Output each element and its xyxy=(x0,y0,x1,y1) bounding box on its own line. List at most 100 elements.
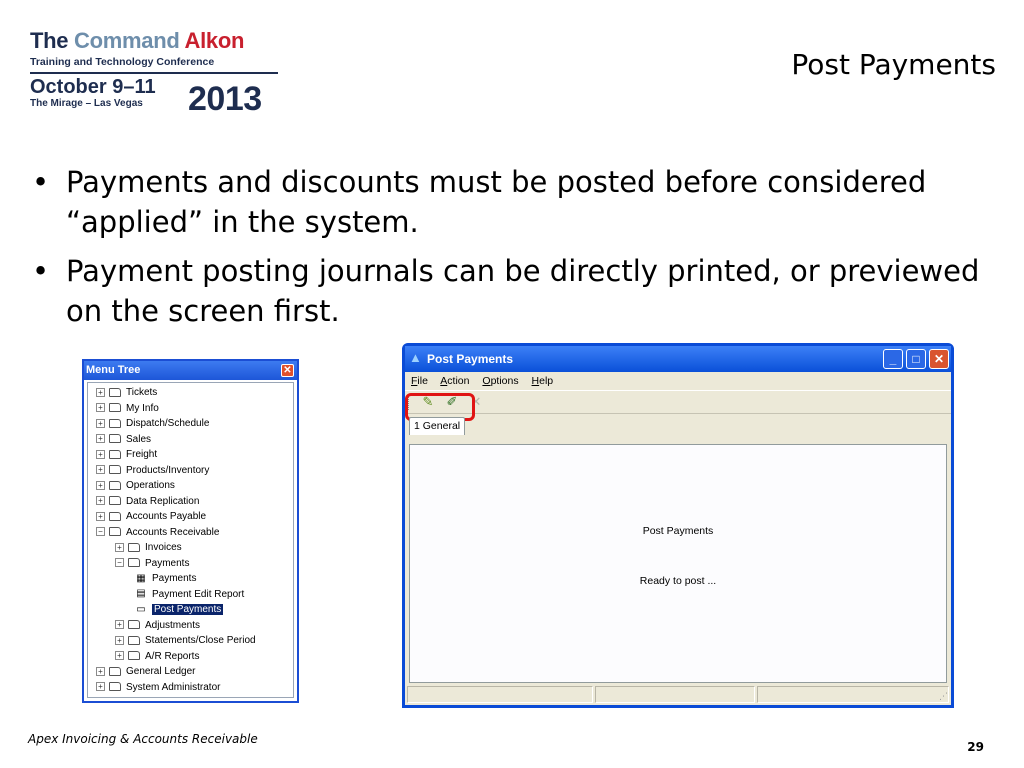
folder-icon xyxy=(109,434,121,444)
tab-strip: 1 General xyxy=(405,414,951,435)
folder-icon xyxy=(109,496,121,506)
tree-item[interactable]: + Tickets xyxy=(96,385,157,400)
folder-icon xyxy=(109,387,121,397)
folder-icon xyxy=(109,511,121,521)
menu-help-accel: H xyxy=(531,375,540,387)
menu-tree-body: + Tickets + My Info + Dispatch/Schedule + Sales… xyxy=(87,382,294,698)
tree-item[interactable]: + Products/Inventory xyxy=(96,463,209,478)
tree-item[interactable]: ▦ Payments xyxy=(134,571,196,586)
folder-icon xyxy=(109,403,121,413)
post-payments-window: ▲ Post Payments _ □ ✕ File Action Option… xyxy=(402,343,954,708)
folder-icon xyxy=(109,682,121,692)
expand-icon[interactable]: + xyxy=(115,651,124,661)
status-segment xyxy=(757,686,949,703)
tree-item[interactable]: − Accounts Receivable xyxy=(96,525,219,540)
folder-icon xyxy=(128,651,140,661)
tree-item[interactable]: + Freight xyxy=(96,447,157,462)
report-icon: ▤ xyxy=(136,588,146,600)
bullet-text: Payment posting journals can be directly… xyxy=(66,254,980,328)
footer-text: Apex Invoicing & Accounts Receivable xyxy=(28,732,258,746)
close-icon[interactable]: ✕ xyxy=(929,349,949,369)
logo-alkon: Alkon xyxy=(184,28,245,53)
tree-item-label: A/R Reports xyxy=(145,650,200,662)
expand-icon[interactable]: + xyxy=(96,666,105,676)
close-icon[interactable]: ✕ xyxy=(281,364,294,377)
logo-year: 2013 xyxy=(188,80,262,118)
menu-options-accel: O xyxy=(482,375,491,387)
tree-item[interactable]: + Operations xyxy=(96,478,175,493)
menu-help[interactable]: Help xyxy=(532,375,554,387)
maximize-icon[interactable]: □ xyxy=(906,349,926,369)
app-icon: ▲ xyxy=(409,350,422,365)
expand-icon[interactable]: + xyxy=(96,418,105,428)
bullet-dot: • xyxy=(32,165,50,199)
page-number: 29 xyxy=(967,740,984,754)
expand-icon[interactable]: + xyxy=(96,496,105,506)
tree-item[interactable]: − Payments xyxy=(115,556,189,571)
tree-item[interactable]: + Sales xyxy=(96,432,151,447)
expand-icon[interactable]: + xyxy=(96,511,105,521)
bullet-item: • Payments and discounts must be posted b… xyxy=(30,162,990,242)
tree-item-label: Payments xyxy=(145,557,190,569)
expand-icon[interactable]: + xyxy=(96,449,105,459)
menu-file[interactable]: File xyxy=(411,375,428,387)
tree-item[interactable]: + Dispatch/Schedule xyxy=(96,416,209,431)
expand-icon[interactable]: + xyxy=(96,387,105,397)
payments-icon: ▦ xyxy=(136,572,146,584)
tree-item[interactable]: + Invoices xyxy=(115,540,182,555)
folder-icon xyxy=(109,465,121,475)
expand-icon[interactable]: + xyxy=(115,635,124,645)
tree-item-label: Post Payments xyxy=(152,604,224,615)
expand-icon[interactable]: + xyxy=(96,465,105,475)
resize-grip-icon[interactable]: ⋰ xyxy=(939,693,948,702)
logo-subtitle: Training and Technology Conference xyxy=(30,56,215,68)
logo-command: Command xyxy=(74,28,180,53)
tree-item[interactable]: + Adjustments xyxy=(115,618,200,633)
tree-item[interactable]: + General Ledger xyxy=(96,664,196,679)
collapse-icon[interactable]: − xyxy=(96,527,105,537)
expand-icon[interactable]: + xyxy=(96,434,105,444)
folder-icon xyxy=(128,635,140,645)
menu-action[interactable]: Action xyxy=(440,375,469,387)
tree-item[interactable]: + Data Replication xyxy=(96,494,199,509)
status-message: Ready to post ... xyxy=(639,575,717,587)
logo-rule xyxy=(30,72,278,74)
bullet-text: Payments and discounts must be posted be… xyxy=(66,165,927,239)
form-icon: ▭ xyxy=(136,603,146,615)
folder-icon xyxy=(109,449,121,459)
tree-item-label: My Info xyxy=(126,402,159,414)
minimize-icon[interactable]: _ xyxy=(883,349,903,369)
expand-icon[interactable]: + xyxy=(96,480,105,490)
bullet-list: • Payments and discounts must be posted b… xyxy=(30,162,990,340)
tree-item-label: Payments xyxy=(152,573,197,584)
expand-icon[interactable]: + xyxy=(96,403,105,413)
menu-options[interactable]: Options xyxy=(482,375,518,387)
tab-general[interactable]: 1 General xyxy=(409,417,466,435)
menu-file-rest: ile xyxy=(417,375,428,387)
tree-item[interactable]: + Accounts Payable xyxy=(96,509,206,524)
folder-icon xyxy=(109,666,121,676)
general-panel: Post Payments Ready to post ... xyxy=(409,444,947,683)
expand-icon[interactable]: + xyxy=(115,542,124,552)
tree-item[interactable]: ▭ Post Payments xyxy=(134,602,224,617)
status-segment xyxy=(407,686,593,703)
collapse-icon[interactable]: − xyxy=(115,558,124,568)
folder-icon xyxy=(109,418,121,428)
menu-options-rest: ptions xyxy=(490,375,519,387)
menu-action-rest: ction xyxy=(447,375,470,387)
folder-icon xyxy=(128,620,140,630)
tree-item-label: Freight xyxy=(126,449,158,460)
tree-item[interactable]: + My Info xyxy=(96,401,159,416)
window-titlebar[interactable]: ▲ Post Payments _ □ ✕ xyxy=(405,346,951,372)
expand-icon[interactable]: + xyxy=(115,620,124,630)
tree-item-label: General Ledger xyxy=(126,666,196,677)
folder-icon xyxy=(128,542,140,552)
tree-item[interactable]: + Statements/Close Period xyxy=(115,633,256,648)
logo-the: The xyxy=(30,28,69,53)
menu-tree-window: Menu Tree ✕ + Tickets + My Info + Dispatch/Sc… xyxy=(82,359,299,703)
expand-icon[interactable]: + xyxy=(96,682,105,692)
menu-tree-titlebar[interactable]: Menu Tree ✕ xyxy=(84,361,297,380)
tree-item[interactable]: + System Administrator xyxy=(96,680,220,695)
tree-item[interactable]: + A/R Reports xyxy=(115,649,199,664)
tree-item[interactable]: ▤ Payment Edit Report xyxy=(134,587,244,602)
